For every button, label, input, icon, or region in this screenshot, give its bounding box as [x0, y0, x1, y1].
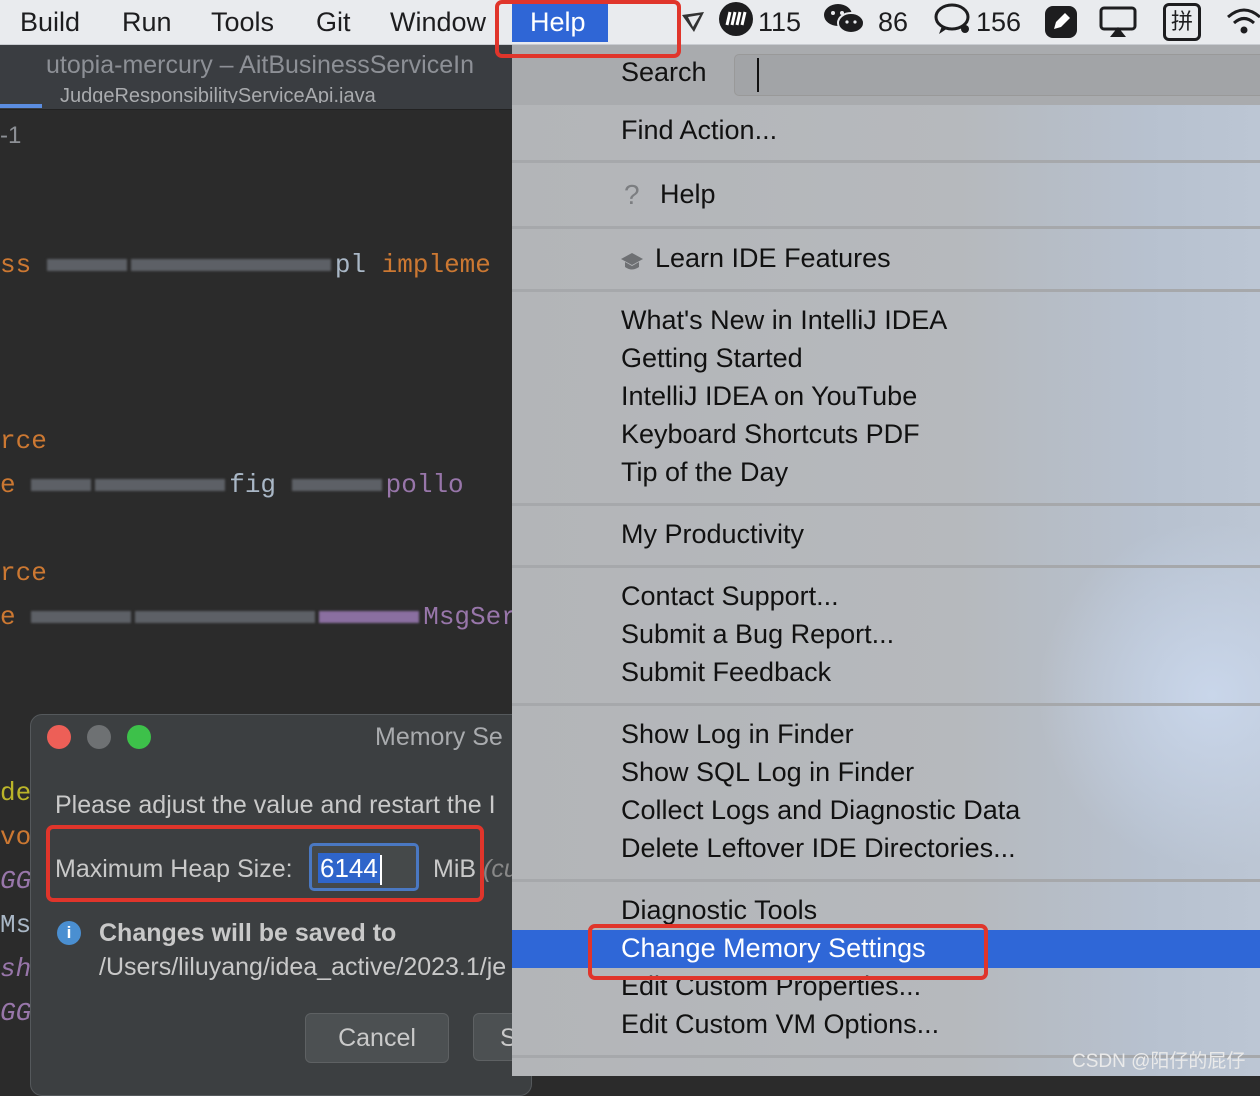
menu-search-input[interactable]	[734, 54, 1260, 96]
wechat-status-item[interactable]: 86	[822, 3, 908, 41]
saved-notice-title: Changes will be saved to	[99, 919, 397, 947]
menu-item-submit-bug[interactable]: Submit a Bug Report...	[621, 619, 894, 650]
menu-search-row: Search	[512, 45, 1260, 105]
menu-item-help[interactable]: Help	[660, 179, 716, 210]
menu-item-submit-feedback[interactable]: Submit Feedback	[621, 657, 831, 688]
menu-separator	[512, 565, 1260, 568]
heap-size-label: Maximum Heap Size:	[55, 855, 293, 883]
background-glow	[1032, 525, 1260, 865]
menu-separator	[512, 160, 1260, 163]
menu-item-contact-support[interactable]: Contact Support...	[621, 581, 839, 612]
menu-separator	[512, 879, 1260, 882]
menu-separator	[512, 503, 1260, 506]
zoom-window-button[interactable]	[127, 725, 151, 749]
menu-separator	[512, 703, 1260, 706]
dialog-message: Please adjust the value and restart the …	[55, 791, 496, 819]
graduation-cap-icon	[620, 248, 644, 279]
menu-item-show-log[interactable]: Show Log in Finder	[621, 719, 854, 750]
menu-separator	[512, 226, 1260, 229]
menu-item-custom-vm-options[interactable]: Edit Custom VM Options...	[621, 1009, 939, 1040]
redacted-text	[130, 259, 331, 272]
menu-item-youtube[interactable]: IntelliJ IDEA on YouTube	[621, 381, 917, 412]
search-label: Search	[621, 57, 707, 87]
info-icon: i	[57, 921, 81, 945]
wifi-icon[interactable]	[1224, 3, 1260, 41]
code-line: e MsgSer	[0, 602, 512, 632]
code-line: sh	[0, 954, 32, 984]
heap-unit: MiB (cu	[433, 855, 518, 883]
dialog-title: Memory Se	[375, 723, 503, 751]
code-line: ss pl impleme	[0, 250, 491, 280]
menu-item-custom-properties[interactable]: Edit Custom Properties...	[621, 971, 921, 1002]
shield-icon[interactable]	[680, 3, 706, 41]
menu-tools[interactable]: Tools	[211, 4, 274, 40]
code-line: de	[0, 778, 32, 808]
menu-item-diagnostic-tools[interactable]: Diagnostic Tools	[621, 895, 817, 926]
chat-count: 156	[976, 6, 1022, 37]
menu-item-shortcuts-pdf[interactable]: Keyboard Shortcuts PDF	[621, 419, 920, 450]
menu-item-collect-logs[interactable]: Collect Logs and Diagnostic Data	[621, 795, 1020, 826]
redacted-text	[46, 259, 127, 272]
code-line: rce	[0, 426, 47, 456]
menu-item-learn-ide[interactable]: Learn IDE Features	[655, 243, 891, 274]
wechat-count: 86	[878, 6, 909, 37]
menu-build[interactable]: Build	[20, 4, 80, 40]
menu-item-productivity[interactable]: My Productivity	[621, 519, 804, 550]
help-icon: ?	[624, 179, 640, 210]
chat-bubble-icon	[932, 1, 972, 44]
app-badge-icon	[718, 1, 754, 44]
app1-count: 115	[758, 6, 802, 37]
menu-item-change-memory[interactable]: Change Memory Settings	[621, 933, 926, 964]
input-method-icon[interactable]: 拼	[1163, 3, 1201, 41]
close-window-button[interactable]	[47, 725, 71, 749]
heap-size-value: 6144	[318, 853, 380, 883]
airplay-icon[interactable]	[1098, 3, 1138, 41]
help-menu-dropdown: Search Find Action... ? Help Learn IDE F…	[512, 45, 1260, 1076]
menu-help[interactable]: Help	[512, 2, 608, 42]
menu-separator	[512, 289, 1260, 292]
menu-item-show-sql-log[interactable]: Show SQL Log in Finder	[621, 757, 914, 788]
heap-size-input[interactable]: 6144	[309, 843, 419, 891]
menu-item-tip-of-day[interactable]: Tip of the Day	[621, 457, 788, 488]
menu-item-getting-started[interactable]: Getting Started	[621, 343, 803, 374]
menu-window[interactable]: Window	[390, 4, 486, 40]
line-number: -1	[0, 122, 22, 149]
mac-menu-bar: Build Run Tools Git Window Help 115 86 1…	[0, 0, 1260, 45]
window-title: utopia-mercury – AitBusinessServiceIn	[46, 51, 474, 79]
minimize-window-button[interactable]	[87, 725, 111, 749]
notes-icon[interactable]	[1044, 3, 1078, 41]
cancel-button[interactable]: Cancel	[305, 1013, 449, 1063]
menu-git[interactable]: Git	[316, 4, 351, 40]
code-line: vo	[0, 822, 32, 852]
saved-notice-path: /Users/liluyang/idea_active/2023.1/je	[99, 953, 507, 981]
redacted-text	[135, 611, 316, 624]
chat-status-item[interactable]: 156	[932, 3, 1021, 41]
menu-item-find-action[interactable]: Find Action...	[621, 115, 777, 146]
code-line: rce	[0, 558, 47, 588]
menu-item-whats-new[interactable]: What's New in IntelliJ IDEA	[621, 305, 947, 336]
watermark: CSDN @阳仔的屁仔	[1072, 1051, 1246, 1072]
tab-indicator	[0, 104, 42, 108]
redacted-text	[291, 479, 382, 492]
redacted-text	[95, 479, 226, 492]
code-line: e fig pollo	[0, 470, 464, 500]
code-line: Ms	[0, 910, 32, 940]
wechat-icon	[822, 1, 866, 44]
menu-item-delete-dirs[interactable]: Delete Leftover IDE Directories...	[621, 833, 1016, 864]
menu-run[interactable]: Run	[122, 4, 172, 40]
text-caret	[379, 855, 382, 886]
memory-settings-dialog: Memory Se Please adjust the value and re…	[30, 714, 532, 1096]
redacted-text	[31, 611, 132, 624]
redacted-text	[319, 611, 420, 624]
redacted-text	[31, 479, 92, 492]
app-status-item[interactable]: 115	[718, 1, 802, 44]
ide-title-bar: utopia-mercury – AitBusinessServiceIn Ju…	[0, 45, 512, 110]
editor-tab[interactable]: JudgeResponsibilityServiceApi.java	[60, 85, 376, 103]
